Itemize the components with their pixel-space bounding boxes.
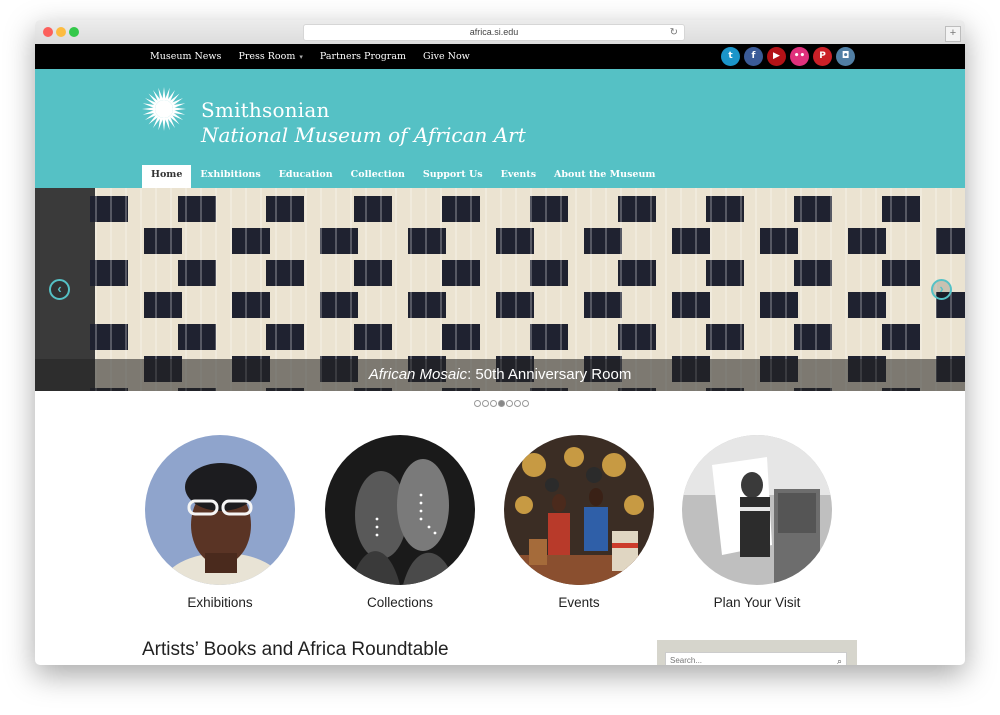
nav-education[interactable]: Education xyxy=(270,165,342,188)
utility-link-museum-news[interactable]: Museum News xyxy=(150,44,221,69)
slider-next-button[interactable]: › xyxy=(931,279,952,300)
zoom-window-button[interactable] xyxy=(69,27,79,37)
slider-dot[interactable] xyxy=(490,400,497,407)
slider-dot[interactable] xyxy=(498,400,505,407)
search-placeholder: Search... xyxy=(670,656,703,665)
utility-link-press-room-label: Press Room xyxy=(238,51,296,62)
smithsonian-sun-logo-icon[interactable] xyxy=(141,86,187,132)
reload-icon[interactable]: ↻ xyxy=(670,25,678,40)
sidebar: Search... ⌕ xyxy=(657,640,857,665)
museum-name[interactable]: National Museum of African Art xyxy=(201,123,526,147)
tile-plan-your-visit[interactable]: Plan Your Visit xyxy=(682,435,832,610)
hero-caption-subtitle: : 50th Anniversary Room xyxy=(467,366,632,383)
tile-label: Exhibitions xyxy=(187,595,253,610)
twitter-icon[interactable]: t xyxy=(721,47,740,66)
utility-link-partners-program[interactable]: Partners Program xyxy=(320,44,406,69)
address-bar-url: africa.si.edu xyxy=(469,27,519,37)
plan-your-visit-photo xyxy=(682,435,832,585)
hero-caption: African Mosaic: 50th Anniversary Room xyxy=(35,359,965,391)
close-window-button[interactable] xyxy=(43,27,53,37)
tile-label: Events xyxy=(558,595,600,610)
browser-window: africa.si.edu ↻ + Museum News Press Room… xyxy=(35,20,965,665)
nav-collection[interactable]: Collection xyxy=(342,165,414,188)
pinterest-icon[interactable]: P xyxy=(813,47,832,66)
facebook-icon[interactable]: f xyxy=(744,47,763,66)
youtube-icon[interactable]: ▶ xyxy=(767,47,786,66)
tile-label: Plan Your Visit xyxy=(713,595,801,610)
address-bar[interactable]: africa.si.edu ↻ xyxy=(303,24,685,41)
article-title[interactable]: Artists’ Books and Africa Roundtable xyxy=(142,639,449,661)
nav-home[interactable]: Home xyxy=(142,165,192,188)
nav-events[interactable]: Events xyxy=(492,165,545,188)
utility-bar: Museum News Press Room ▾ Partners Program… xyxy=(35,44,965,69)
tile-label: Collections xyxy=(366,595,434,610)
site-header: Smithsonian National Museum of African A… xyxy=(35,69,965,188)
hero-caption-title: African Mosaic xyxy=(368,366,468,383)
utility-nav: Museum News Press Room ▾ Partners Program… xyxy=(150,44,487,69)
slider-dot[interactable] xyxy=(474,400,481,407)
flickr-icon[interactable]: •• xyxy=(790,47,809,66)
slider-dot[interactable] xyxy=(482,400,489,407)
social-links: t f ▶ •• P ◘ xyxy=(721,47,859,66)
utility-link-press-room[interactable]: Press Room ▾ xyxy=(238,44,302,69)
tile-exhibitions[interactable]: Exhibitions xyxy=(145,435,295,610)
events-photo xyxy=(504,435,654,585)
browser-toolbar: africa.si.edu ↻ + xyxy=(35,20,965,45)
hero-slider[interactable]: African Mosaic: 50th Anniversary Room ‹ … xyxy=(35,188,965,391)
nav-exhibitions[interactable]: Exhibitions xyxy=(191,165,269,188)
nav-about-the-museum[interactable]: About the Museum xyxy=(545,165,664,188)
tile-collections[interactable]: Collections xyxy=(325,435,475,610)
brand-name[interactable]: Smithsonian xyxy=(201,98,330,122)
slider-pager xyxy=(474,400,530,407)
search-icon[interactable]: ⌕ xyxy=(837,653,842,665)
search-input[interactable]: Search... ⌕ xyxy=(665,652,847,665)
slider-dot[interactable] xyxy=(506,400,513,407)
nav-support-us[interactable]: Support Us xyxy=(414,165,492,188)
chevron-down-icon: ▾ xyxy=(299,53,303,61)
collections-photo xyxy=(325,435,475,585)
new-tab-button[interactable]: + xyxy=(945,26,961,42)
instagram-icon[interactable]: ◘ xyxy=(836,47,855,66)
slider-dot[interactable] xyxy=(522,400,529,407)
main-nav: Home Exhibitions Education Collection Su… xyxy=(142,165,664,188)
slider-prev-button[interactable]: ‹ xyxy=(49,279,70,300)
utility-link-give-now[interactable]: Give Now xyxy=(423,44,470,69)
slider-dot[interactable] xyxy=(514,400,521,407)
tile-events[interactable]: Events xyxy=(504,435,654,610)
exhibitions-photo xyxy=(145,435,295,585)
minimize-window-button[interactable] xyxy=(56,27,66,37)
